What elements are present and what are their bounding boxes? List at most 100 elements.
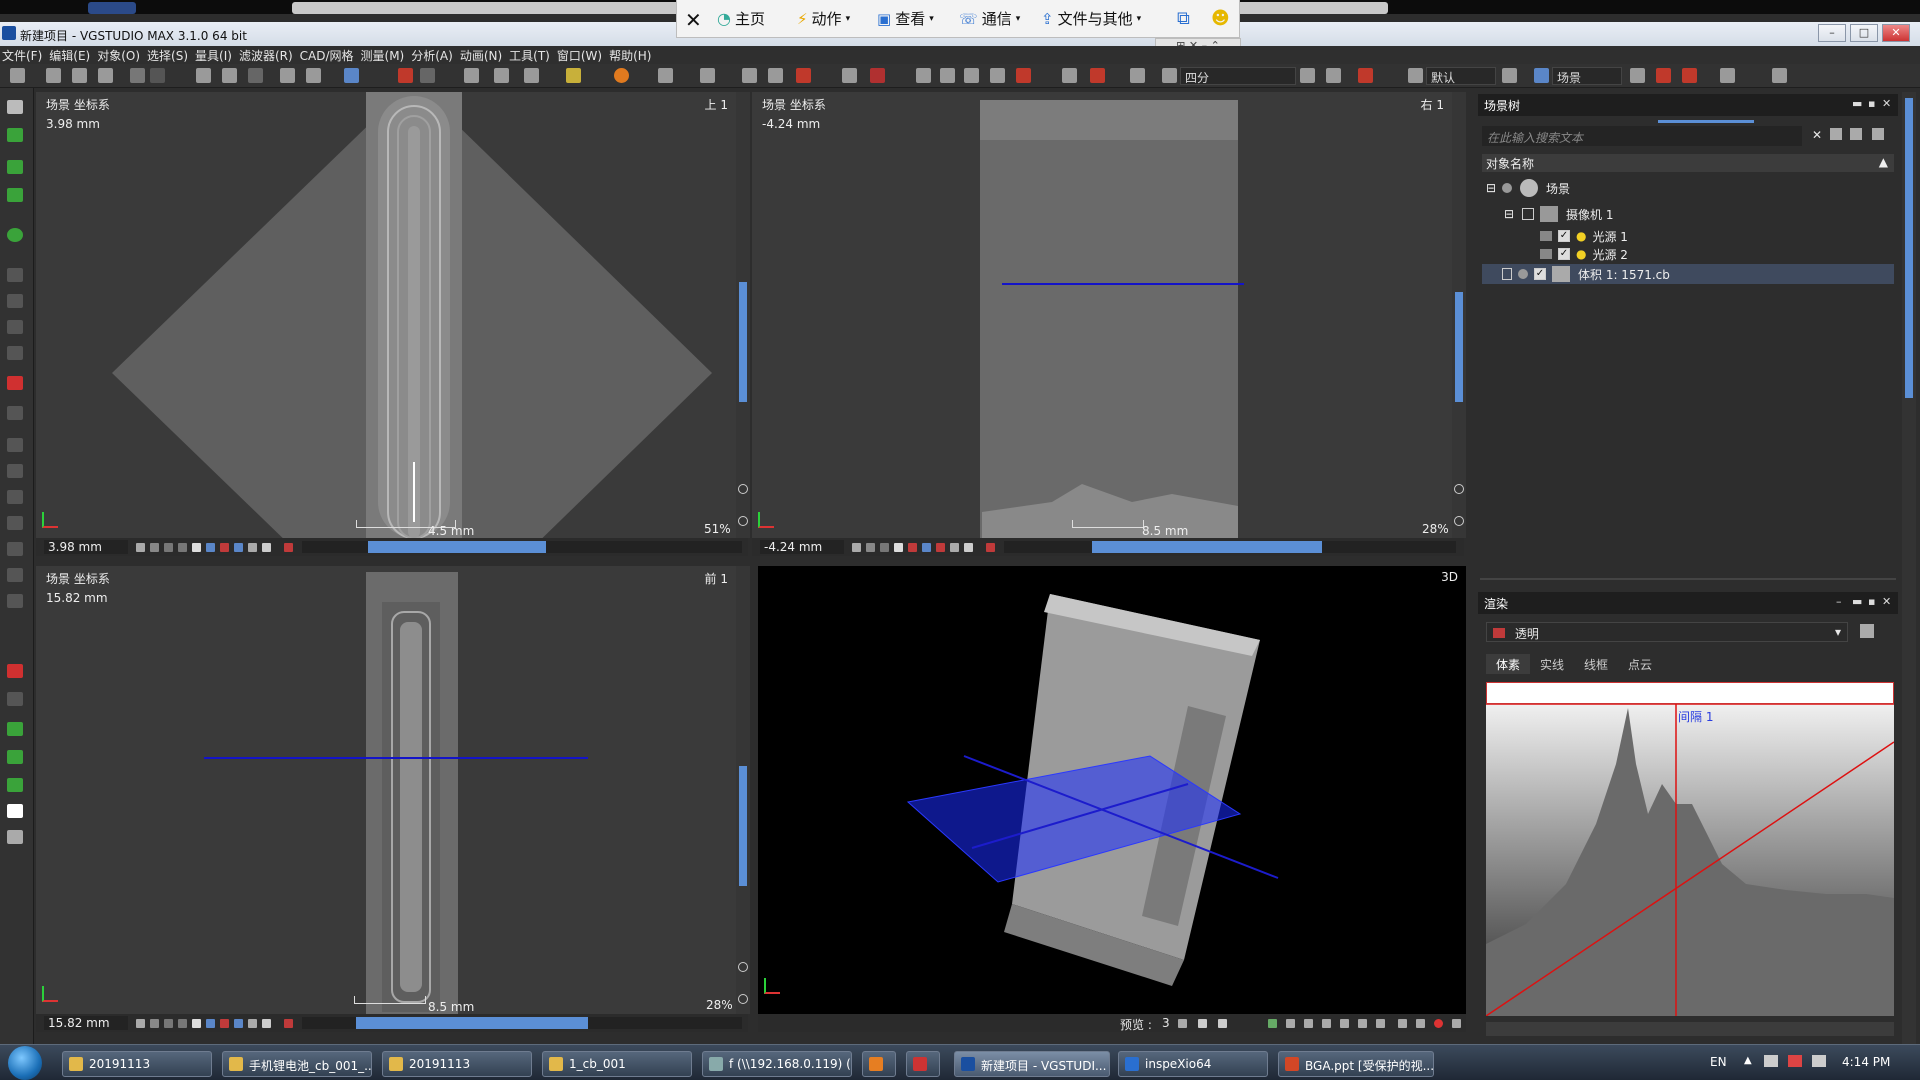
zoom-out-icon[interactable] [738,994,748,1004]
lock-icon[interactable] [1540,231,1552,241]
network-icon[interactable] [1764,1055,1778,1067]
render-icon[interactable] [1268,1019,1277,1028]
menu-gauge[interactable]: 量具(I) [193,46,237,64]
default-select[interactable]: 默认 [1426,67,1496,85]
task-powerpoint[interactable]: BGA.ppt [受保护的视... [1278,1051,1434,1077]
cube-icon[interactable] [1304,1019,1313,1028]
task-folder-4[interactable]: 1_cb_001 [542,1051,692,1077]
plugin-icon[interactable] [1630,68,1645,83]
zoom-in-icon[interactable] [738,962,748,972]
tool-icon[interactable] [206,1019,215,1028]
remote-close-button[interactable]: ✕ [685,8,702,32]
measure-icon[interactable] [908,543,917,552]
task-inspexio[interactable]: inspeXio64 [1118,1051,1268,1077]
sphere-roi-icon[interactable] [7,294,23,308]
interval-label[interactable]: 间隔 1 [1678,708,1713,725]
remote-view-button[interactable]: ▣ 查看 ▾ [877,8,934,29]
pointer-tool-icon[interactable] [7,100,23,114]
cursor-icon[interactable] [658,68,673,83]
annotation-icon[interactable] [950,543,959,552]
merge-icon[interactable] [7,438,23,452]
rotate-icon[interactable] [280,68,295,83]
ruler-icon[interactable] [1090,68,1105,83]
clock[interactable]: 4:14 PM [1842,1055,1890,1069]
tab-wireframe[interactable]: 线框 [1574,654,1619,674]
layers-icon[interactable] [990,68,1005,83]
region-grow-icon[interactable] [7,188,23,202]
menu-file[interactable]: 文件(F) [0,46,47,64]
menu-edit[interactable]: 编辑(E) [47,46,95,64]
save-as-icon[interactable] [98,68,113,83]
zoom-in-icon[interactable] [738,484,748,494]
mesh-icon[interactable] [940,68,955,83]
link-icon[interactable] [136,543,145,552]
remote-home-button[interactable]: ◔ 主页 [717,8,765,29]
layout-select[interactable]: 四分 [1180,67,1296,85]
crosshair-icon[interactable] [768,68,783,83]
options-icon[interactable] [7,830,23,844]
shape-icon[interactable] [964,68,979,83]
tree-item-light-1[interactable]: ✓ ● 光源 1 [1540,226,1628,246]
grid-icon[interactable] [916,68,931,83]
color-map-icon[interactable] [870,68,885,83]
security-icon[interactable] [1788,1055,1802,1067]
erode-icon[interactable] [7,542,23,556]
settings-icon[interactable] [986,543,995,552]
align-icon[interactable] [1062,68,1077,83]
window-level-icon[interactable] [192,1019,201,1028]
menu-cad[interactable]: CAD/网格 [298,46,359,64]
link-icon[interactable] [136,1019,145,1028]
eye-icon[interactable] [1720,68,1735,83]
tree-item-light-2[interactable]: ✓ ● 光源 2 [1540,244,1628,264]
stepper-icon[interactable] [1178,1019,1187,1028]
right-scrollbar[interactable] [1902,92,1916,1044]
panel-resize-handle[interactable] [1658,120,1754,123]
remote-screens-button[interactable]: ⧉ [1177,8,1190,29]
cut-icon[interactable] [196,68,211,83]
menu-tools[interactable]: 工具(T) [507,46,555,64]
bookmark-icon[interactable] [1656,68,1671,83]
tree-item-camera[interactable]: ⊟ 摄像机 1 [1504,204,1613,224]
reset-icon[interactable] [178,1019,187,1028]
smooth-icon[interactable] [7,568,23,582]
visibility-checkbox[interactable]: ✓ [1558,248,1570,260]
collapse-icon[interactable] [1872,128,1884,140]
extract-icon[interactable] [7,664,23,678]
measure-angle-icon[interactable] [398,68,413,83]
slice-icon[interactable] [742,68,757,83]
menu-help[interactable]: 帮助(H) [607,46,656,64]
panel-close-button[interactable]: ✕ [1882,595,1891,608]
undo-icon[interactable] [130,68,145,83]
open-folder-icon[interactable] [46,68,61,83]
open-icon[interactable] [7,594,23,608]
roi-icon[interactable] [1016,68,1031,83]
pen-icon[interactable] [1130,68,1145,83]
panel-minimize-button[interactable]: ▬ [1852,97,1862,110]
language-indicator[interactable]: EN [1710,1055,1727,1069]
tray-up-icon[interactable]: ▲ [1744,1055,1752,1066]
white-square-icon[interactable] [7,804,23,818]
refine-region-icon[interactable] [7,228,23,242]
render-mode-select[interactable]: 透明 ▾ [1486,622,1848,642]
scene-select[interactable]: 场景 [1552,67,1622,85]
panel-menu-button[interactable]: – [1836,595,1842,608]
zoom-out-icon[interactable] [1454,516,1464,526]
clip-icon[interactable] [796,68,811,83]
visibility-checkbox[interactable]: ✓ [1558,230,1570,242]
paste-icon[interactable] [248,68,263,83]
cube-top-icon[interactable] [1358,1019,1367,1028]
remote-smiley-button[interactable]: ☻ [1211,8,1230,29]
slice-position-input[interactable]: -4.24 mm [760,540,844,554]
save-preset-icon[interactable] [1860,624,1874,638]
polygon-icon[interactable] [7,268,23,282]
cube-side-icon[interactable] [1340,1019,1349,1028]
invert-icon[interactable] [7,490,23,504]
slice-slider[interactable] [1004,541,1456,553]
visibility-checkbox[interactable]: ✓ [1534,268,1546,280]
viewport-top[interactable]: 场景 坐标系 3.98 mm 上 1 4.5 mm 51% [36,92,736,538]
copy-icon[interactable] [222,68,237,83]
task-media[interactable] [862,1051,896,1077]
clip-plane-icon[interactable] [234,543,243,552]
slice-slider[interactable] [302,1017,742,1029]
window-level-icon[interactable] [192,543,201,552]
